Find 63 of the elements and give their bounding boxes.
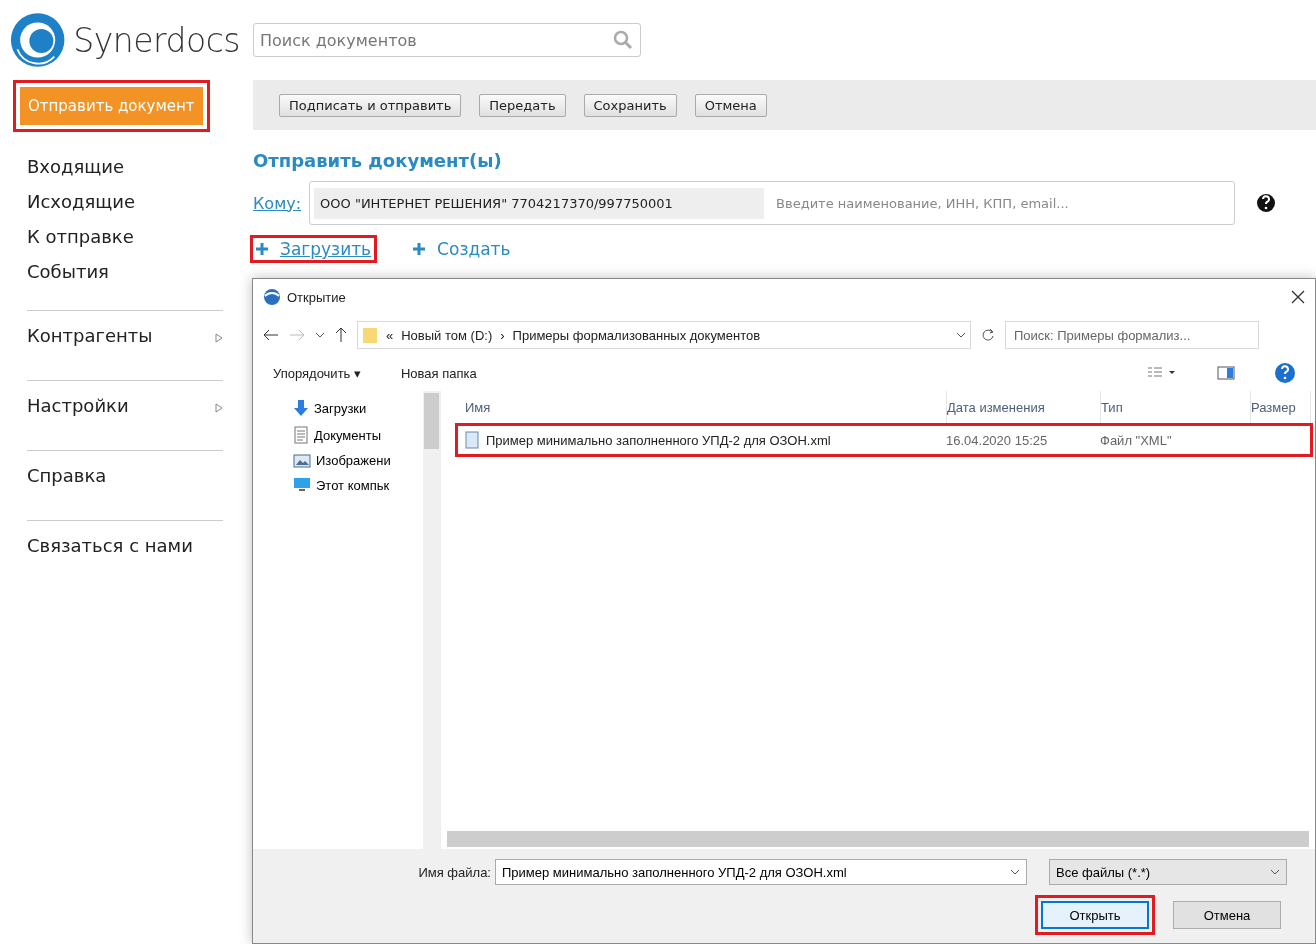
recipient-link[interactable]: Кому: <box>253 193 302 213</box>
refresh-icon[interactable] <box>981 328 995 342</box>
logo-text: Synerdocs <box>73 20 240 60</box>
breadcrumb[interactable]: › <box>500 327 505 343</box>
file-row[interactable]: Пример минимально заполненного УПД-2 для ОЗОН.xml 16.04.2020 15:25 Файл "XML" <box>455 423 1313 457</box>
picture-icon <box>293 453 311 468</box>
sidebar-item[interactable]: Входящие <box>27 156 124 177</box>
chevron-down-icon <box>315 331 325 339</box>
download-arrow-icon <box>293 399 309 417</box>
toolbar-button[interactable]: Отмена <box>694 93 767 117</box>
chevron-down-icon <box>1270 868 1280 876</box>
command-button[interactable]: Новая папка <box>401 365 477 381</box>
toolbar-button[interactable]: Передать <box>479 93 566 117</box>
file-type-dropdown[interactable]: Все файлы (*.*) <box>1049 859 1287 885</box>
column-header[interactable]: Тип <box>1101 391 1251 423</box>
plus-icon <box>413 243 426 255</box>
sidebar-item[interactable]: Исходящие <box>27 191 136 212</box>
toolbar-button[interactable]: Подписать и отправить <box>279 93 462 117</box>
action-link[interactable]: Создать <box>437 239 511 259</box>
sidebar-item[interactable]: Справка <box>27 465 107 486</box>
document-icon <box>293 426 309 444</box>
monitor-icon <box>293 477 311 493</box>
dialog-title: Открытие <box>287 289 346 305</box>
up-arrow-icon[interactable] <box>335 327 347 343</box>
dialog-button[interactable]: Открыть <box>1041 901 1149 929</box>
breadcrumb[interactable]: Новый том (D:) <box>401 327 493 343</box>
plus-icon <box>256 243 268 255</box>
nav-pane-item[interactable]: Этот компьк <box>293 477 423 493</box>
file-icon <box>464 431 480 449</box>
search-icon <box>613 30 633 50</box>
sidebar-item[interactable]: Контрагенты <box>27 325 153 346</box>
sidebar-item[interactable]: Настройки <box>27 395 129 416</box>
recipient-chip: ООО "ИНТЕРНЕТ РЕШЕНИЯ" 7704217370/997750001 <box>314 187 765 219</box>
column-header[interactable]: Имя <box>465 391 947 423</box>
nav-pane-item[interactable]: Документы <box>293 426 423 444</box>
nav-pane-item[interactable]: Загрузки <box>293 399 423 417</box>
column-header[interactable]: Размер <box>1251 391 1311 423</box>
sidebar-item[interactable]: Связаться с нами <box>27 535 193 556</box>
action-link[interactable]: Загрузить <box>280 239 372 259</box>
nav-pane-item[interactable]: Изображени <box>293 453 423 468</box>
folder-icon <box>362 326 378 344</box>
sidebar-item[interactable]: События <box>27 261 109 282</box>
search-field[interactable]: Поиск документов <box>253 23 641 57</box>
preview-pane-icon[interactable] <box>1217 366 1235 380</box>
view-options-icon[interactable] <box>1147 366 1177 380</box>
breadcrumb[interactable]: Примеры формализованных документов <box>512 327 761 343</box>
back-arrow-icon[interactable] <box>263 329 279 341</box>
chevron-down-icon <box>956 331 966 339</box>
command-button[interactable]: Упорядочить ▾ <box>273 365 361 381</box>
globe-icon <box>263 288 281 306</box>
close-icon[interactable] <box>1291 290 1305 304</box>
logo-icon <box>10 10 66 70</box>
toolbar-button[interactable]: Сохранить <box>583 93 677 117</box>
column-header[interactable]: Дата изменения <box>947 391 1101 423</box>
dialog-button[interactable]: Отмена <box>1173 901 1281 929</box>
help-icon[interactable] <box>1257 194 1276 212</box>
chevron-down-icon <box>1010 868 1020 876</box>
breadcrumb[interactable]: « <box>386 327 394 343</box>
folder-search-field[interactable]: Поиск: Примеры формализ... <box>1005 321 1259 349</box>
sidebar-item[interactable]: К отправке <box>27 226 134 247</box>
form-title: Отправить документ(ы) <box>253 150 503 171</box>
filename-field[interactable]: Пример минимально заполненного УПД-2 для ОЗОН.xml <box>495 859 1027 885</box>
filename-label: Имя файла: <box>418 864 491 880</box>
